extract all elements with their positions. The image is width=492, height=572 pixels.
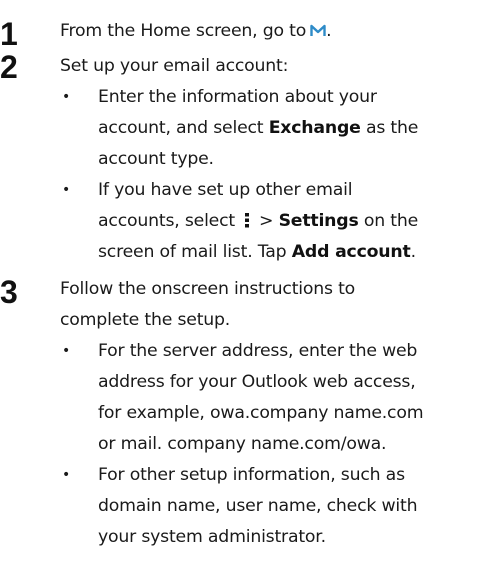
bullet-line: for example, owa.company name.com — [98, 403, 424, 423]
bullet-line: account, and select Exchange as the — [98, 113, 492, 144]
bullet-line: For the server address, enter the web — [98, 341, 418, 361]
list-item: • If you have set up other email account… — [60, 175, 492, 268]
bullet-list: • For the server address, enter the web … — [60, 336, 492, 553]
bold-term: Add account — [291, 242, 411, 262]
bullet-line: or mail. company name.com/owa. — [98, 434, 387, 454]
bullet-line: If you have set up other email — [98, 180, 353, 200]
step-3: 3 Follow the onscreen instructions to co… — [0, 274, 492, 553]
step-number: 1 — [0, 16, 18, 52]
list-item: • For the server address, enter the web … — [60, 336, 492, 460]
bullet-text: . — [410, 242, 417, 262]
bullet-marker: • — [62, 89, 71, 105]
bullet-line: domain name, user name, check with — [98, 496, 418, 516]
step-line: Follow the onscreen instructions to — [60, 279, 356, 299]
bullet-text: account, and select — [98, 118, 269, 138]
overflow-menu-icon — [243, 208, 251, 228]
bullet-text: as the — [360, 118, 419, 138]
bullet-line: For other setup information, such as — [98, 465, 405, 485]
greater-than-symbol: > — [258, 211, 274, 231]
bullet-line: account type. — [98, 149, 214, 169]
list-item: • Enter the information about your accou… — [60, 82, 492, 175]
step-text: Follow the onscreen instructions to comp… — [60, 274, 492, 336]
bullet-text: accounts, select — [98, 211, 235, 231]
bullet-text: screen of mail list. Tap — [98, 242, 292, 262]
bold-term: Exchange — [268, 118, 361, 138]
step-1-text: From the Home screen, go to — [60, 21, 307, 41]
bullet-marker: • — [62, 343, 71, 359]
step-number: 2 — [0, 49, 18, 85]
list-item: • For other setup information, such as d… — [60, 460, 492, 553]
mail-icon — [310, 17, 326, 36]
bullet-line: your system administrator. — [98, 527, 326, 547]
step-text: From the Home screen, go to. — [60, 16, 492, 47]
bold-term: Settings — [278, 211, 359, 231]
bullet-marker: • — [62, 467, 71, 483]
step-1-period: . — [326, 21, 332, 41]
step-number: 3 — [0, 274, 18, 310]
bullet-text: on the — [358, 211, 419, 231]
bullet-list: • Enter the information about your accou… — [60, 82, 492, 268]
step-2: 2 Set up your email account: • Enter the… — [0, 51, 492, 268]
step-1: 1 From the Home screen, go to. — [0, 16, 492, 52]
bullet-line: screen of mail list. Tap Add account. — [98, 237, 492, 268]
bullet-line: accounts, select > Settings on the — [98, 206, 492, 237]
bullet-marker: • — [62, 182, 71, 198]
bullet-line: address for your Outlook web access, — [98, 372, 416, 392]
step-text: Set up your email account: — [60, 56, 289, 76]
step-line: complete the setup. — [60, 310, 231, 330]
instruction-document: 1 From the Home screen, go to. 2 Set up … — [0, 0, 492, 572]
bullet-line: Enter the information about your — [98, 87, 377, 107]
